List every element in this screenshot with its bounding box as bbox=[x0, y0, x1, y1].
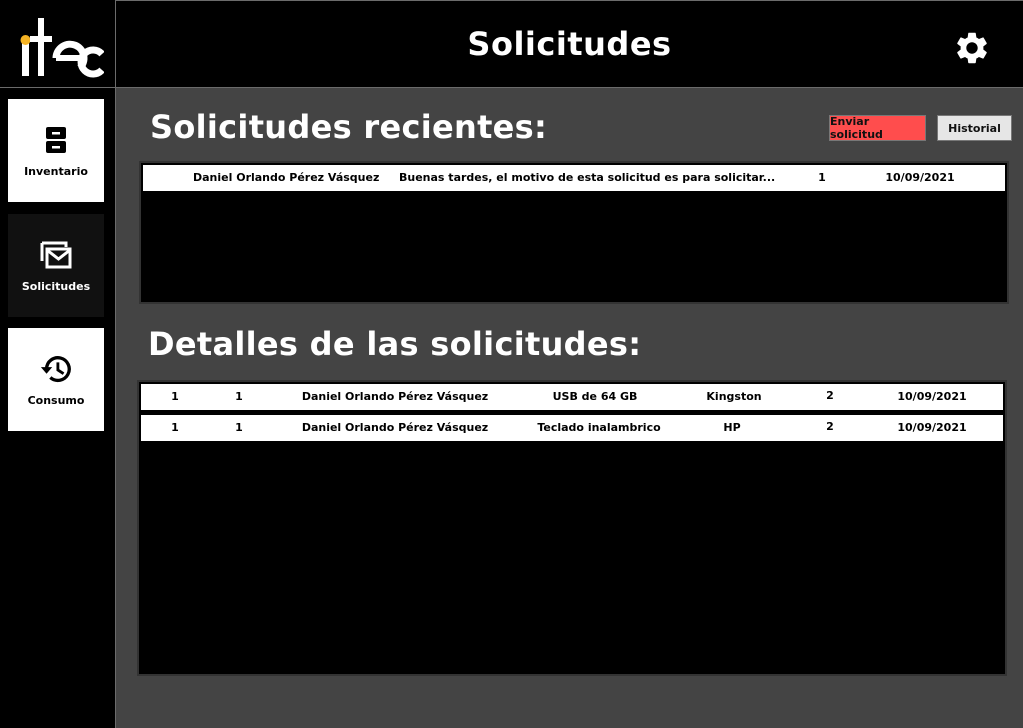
itec-logo-icon bbox=[20, 18, 104, 78]
detail-product: USB de 64 GB bbox=[552, 390, 638, 403]
sidebar: Inventario Solicitudes Consumo bbox=[0, 0, 116, 728]
sidebar-item-inventario[interactable]: Inventario bbox=[8, 99, 104, 202]
detail-col1: 1 bbox=[171, 421, 179, 434]
table-row[interactable]: Daniel Orlando Pérez Vásquez Buenas tard… bbox=[143, 165, 1005, 191]
detail-col2: 1 bbox=[235, 390, 243, 403]
request-message: Buenas tardes, el motivo de esta solicit… bbox=[399, 171, 776, 184]
sidebar-item-label: Solicitudes bbox=[21, 280, 91, 293]
detail-product: Teclado inalambrico bbox=[537, 421, 661, 434]
send-request-button[interactable]: Enviar solicitud bbox=[829, 115, 926, 141]
detail-date: 10/09/2021 bbox=[897, 390, 967, 403]
detail-brand: HP bbox=[723, 421, 741, 434]
detail-col1: 1 bbox=[171, 390, 179, 403]
detail-col2: 1 bbox=[235, 421, 243, 434]
recent-section-title: Solicitudes recientes: bbox=[150, 108, 548, 146]
history-icon bbox=[39, 352, 73, 386]
cabinet-icon bbox=[39, 123, 73, 157]
gear-icon[interactable] bbox=[953, 29, 991, 67]
detail-brand: Kingston bbox=[706, 390, 762, 403]
request-date: 10/09/2021 bbox=[885, 171, 955, 184]
request-details-table: 1 1 Daniel Orlando Pérez Vásquez USB de … bbox=[137, 380, 1007, 676]
detail-quantity: 2 bbox=[826, 420, 834, 433]
detail-date: 10/09/2021 bbox=[897, 421, 967, 434]
history-button[interactable]: Historial bbox=[937, 115, 1012, 141]
sidebar-item-solicitudes[interactable]: Solicitudes bbox=[8, 214, 104, 317]
table-row[interactable]: 1 1 Daniel Orlando Pérez Vásquez Teclado… bbox=[141, 415, 1003, 441]
request-quantity: 1 bbox=[818, 171, 826, 184]
details-section-title: Detalles de las solicitudes: bbox=[148, 325, 642, 363]
page-title: Solicitudes bbox=[467, 25, 672, 63]
detail-name: Daniel Orlando Pérez Vásquez bbox=[301, 421, 489, 434]
table-row[interactable]: 1 1 Daniel Orlando Pérez Vásquez USB de … bbox=[141, 384, 1003, 410]
header: Solicitudes bbox=[116, 0, 1023, 88]
detail-name: Daniel Orlando Pérez Vásquez bbox=[301, 390, 489, 403]
logo bbox=[0, 0, 116, 88]
sidebar-item-consumo[interactable]: Consumo bbox=[8, 328, 104, 431]
recent-requests-table: Daniel Orlando Pérez Vásquez Buenas tard… bbox=[139, 161, 1009, 304]
requester-name: Daniel Orlando Pérez Vásquez bbox=[193, 171, 380, 184]
mail-icon bbox=[39, 238, 73, 272]
sidebar-item-label: Inventario bbox=[24, 165, 88, 178]
sidebar-item-label: Consumo bbox=[27, 394, 85, 407]
detail-quantity: 2 bbox=[826, 389, 834, 402]
